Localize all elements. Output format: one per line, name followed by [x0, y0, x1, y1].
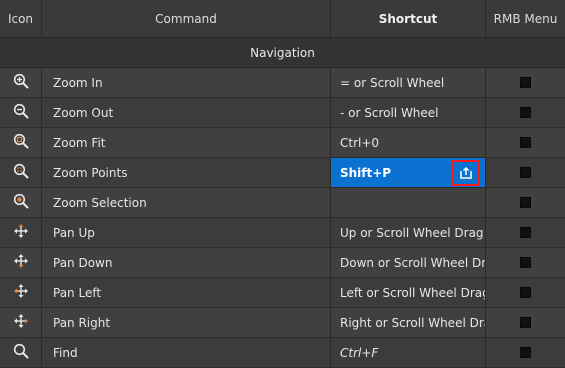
table-row[interactable]: Pan Left Left or Scroll Wheel Drag [0, 278, 565, 308]
pan-left-icon [13, 283, 29, 302]
rmb-menu-cell [486, 218, 565, 247]
pan-down-icon [13, 253, 29, 272]
rmb-menu-checkbox[interactable] [520, 347, 531, 358]
table-row[interactable]: Zoom Selection [0, 188, 565, 218]
rmb-menu-cell [486, 128, 565, 157]
table-row[interactable]: Pan Up Up or Scroll Wheel Drag [0, 218, 565, 248]
rmb-menu-checkbox[interactable] [520, 167, 531, 178]
shortcut-text: Ctrl+0 [340, 135, 380, 150]
row-icon-cell [0, 98, 42, 127]
command-label: Pan Right [42, 308, 331, 337]
row-icon-cell [0, 308, 42, 337]
row-icon-cell [0, 248, 42, 277]
column-header-shortcut[interactable]: Shortcut [331, 0, 486, 37]
zoom-out-icon [13, 103, 29, 122]
row-icon-cell [0, 188, 42, 217]
row-icon-cell [0, 68, 42, 97]
row-icon-cell [0, 278, 42, 307]
column-header-command[interactable]: Command [42, 0, 331, 37]
shortcut-text: Down or Scroll Wheel Drag [340, 255, 486, 270]
rmb-menu-checkbox[interactable] [520, 107, 531, 118]
shortcut-cell[interactable] [331, 188, 486, 217]
column-header-icon[interactable]: Icon [0, 0, 42, 37]
clear-shortcut-button[interactable] [452, 160, 480, 186]
table-row[interactable]: Find Ctrl+F [0, 338, 565, 368]
shortcut-text: Right or Scroll Wheel Drag [340, 315, 486, 330]
rmb-menu-cell [486, 158, 565, 187]
group-label: Navigation [250, 45, 315, 60]
zoom-fit-icon [13, 133, 29, 152]
command-label: Zoom Selection [42, 188, 331, 217]
command-label: Zoom Out [42, 98, 331, 127]
table-header: Icon Command Shortcut RMB Menu [0, 0, 565, 38]
shortcut-cell[interactable]: Ctrl+F [331, 338, 486, 367]
rmb-menu-checkbox[interactable] [520, 137, 531, 148]
shortcut-cell[interactable]: Right or Scroll Wheel Drag [331, 308, 486, 337]
rmb-menu-cell [486, 278, 565, 307]
command-label: Zoom In [42, 68, 331, 97]
shortcut-text: = or Scroll Wheel [340, 75, 445, 90]
zoom-in-icon [13, 73, 29, 92]
command-label: Zoom Fit [42, 128, 331, 157]
shortcut-cell[interactable]: Up or Scroll Wheel Drag [331, 218, 486, 247]
command-label: Find [42, 338, 331, 367]
table-row[interactable]: Zoom Fit Ctrl+0 [0, 128, 565, 158]
shortcut-cell[interactable]: Down or Scroll Wheel Drag [331, 248, 486, 277]
column-header-rmb-menu[interactable]: RMB Menu [486, 0, 565, 37]
row-icon-cell [0, 218, 42, 247]
shortcut-cell[interactable]: Left or Scroll Wheel Drag [331, 278, 486, 307]
rmb-menu-cell [486, 338, 565, 367]
table-row[interactable]: Zoom Points Shift+P [0, 158, 565, 188]
shortcut-text: Left or Scroll Wheel Drag [340, 285, 486, 300]
shortcut-text: Up or Scroll Wheel Drag [340, 225, 484, 240]
rmb-menu-checkbox[interactable] [520, 257, 531, 268]
command-label: Pan Left [42, 278, 331, 307]
table-row[interactable]: Pan Right Right or Scroll Wheel Drag [0, 308, 565, 338]
zoom-selection-icon [13, 193, 29, 212]
command-label: Pan Up [42, 218, 331, 247]
shortcut-text: Ctrl+F [340, 345, 379, 360]
shortcut-text: - or Scroll Wheel [340, 105, 439, 120]
command-label: Zoom Points [42, 158, 331, 187]
rmb-menu-cell [486, 188, 565, 217]
rmb-menu-cell [486, 308, 565, 337]
rmb-menu-cell [486, 248, 565, 277]
shortcut-cell[interactable]: = or Scroll Wheel [331, 68, 486, 97]
row-icon-cell [0, 128, 42, 157]
rmb-menu-cell [486, 98, 565, 127]
rmb-menu-checkbox[interactable] [520, 227, 531, 238]
pan-right-icon [13, 313, 29, 332]
table-row[interactable]: Pan Down Down or Scroll Wheel Drag [0, 248, 565, 278]
clear-shortcut-icon [459, 166, 473, 180]
shortcut-cell[interactable]: - or Scroll Wheel [331, 98, 486, 127]
shortcut-cell-editing[interactable]: Shift+P [331, 158, 486, 187]
rmb-menu-checkbox[interactable] [520, 197, 531, 208]
rmb-menu-cell [486, 68, 565, 97]
shortcut-table: Icon Command Shortcut RMB Menu Navigatio… [0, 0, 565, 368]
command-label: Pan Down [42, 248, 331, 277]
shortcut-cell[interactable]: Ctrl+0 [331, 128, 486, 157]
table-row[interactable]: Zoom In = or Scroll Wheel [0, 68, 565, 98]
pan-up-icon [13, 223, 29, 242]
group-row-navigation[interactable]: Navigation [0, 38, 565, 68]
rmb-menu-checkbox[interactable] [520, 317, 531, 328]
shortcut-text: Shift+P [340, 165, 392, 180]
row-icon-cell [0, 158, 42, 187]
rmb-menu-checkbox[interactable] [520, 287, 531, 298]
find-icon [13, 343, 29, 362]
row-icon-cell [0, 338, 42, 367]
zoom-points-icon [13, 163, 29, 182]
table-row[interactable]: Zoom Out - or Scroll Wheel [0, 98, 565, 128]
rmb-menu-checkbox[interactable] [520, 77, 531, 88]
